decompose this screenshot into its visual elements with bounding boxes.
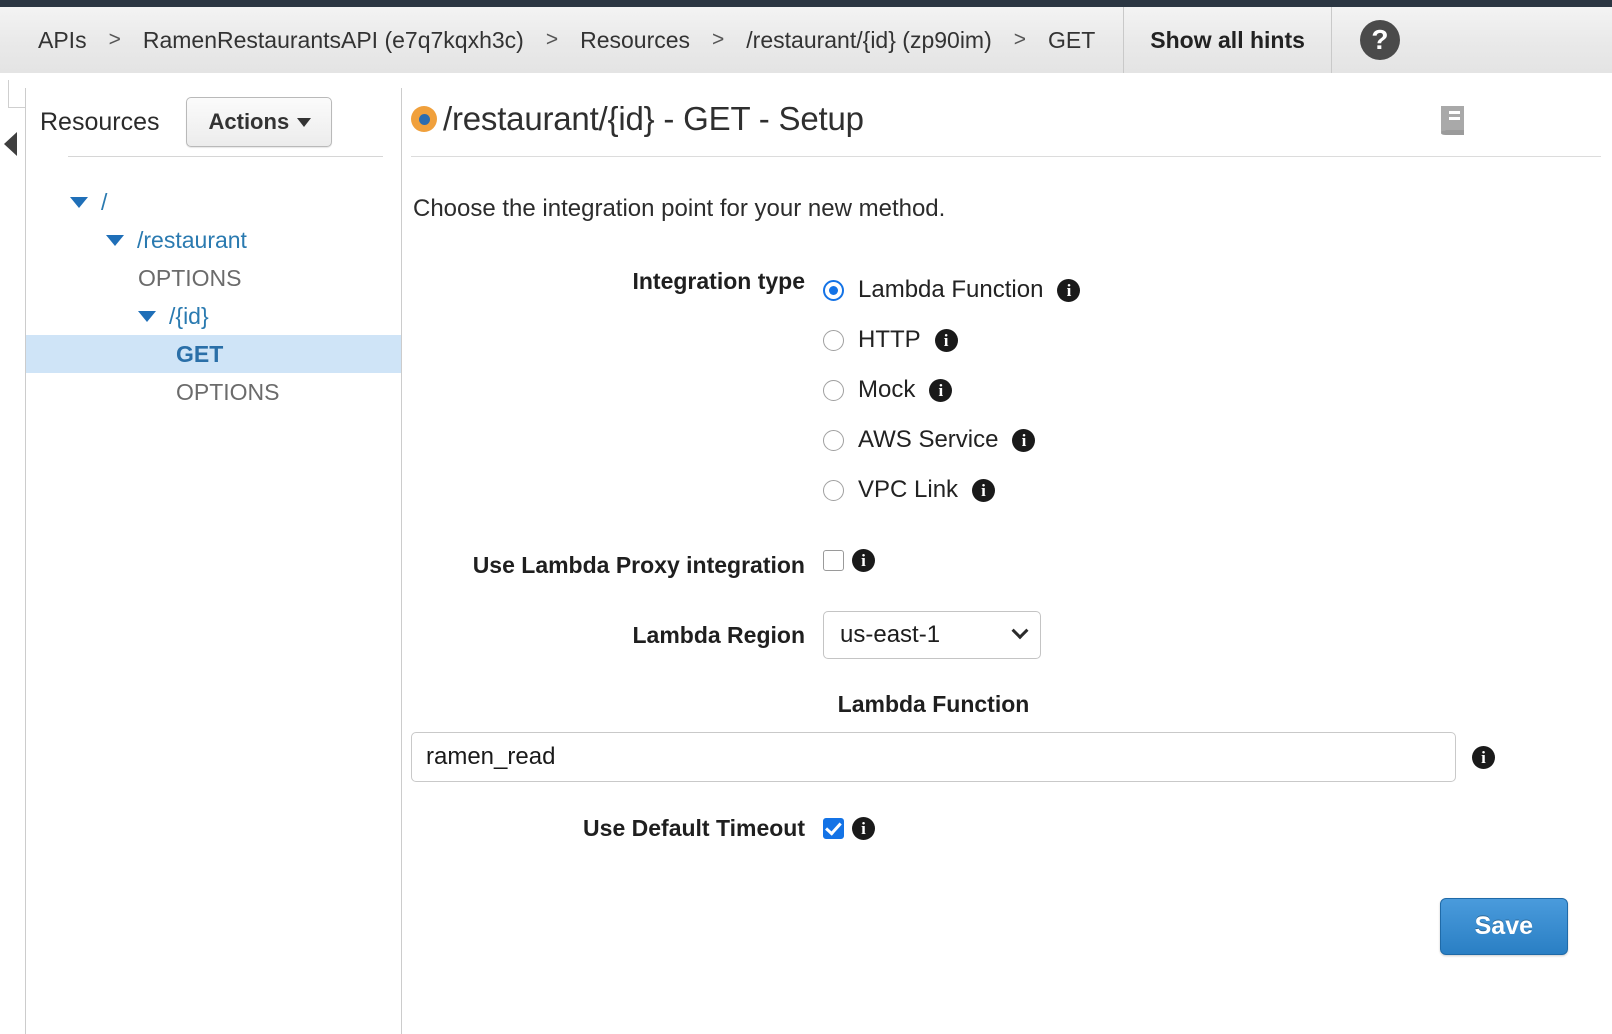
tree-item-label: GET [176,340,224,367]
tree-item-label: /restaurant [137,226,247,253]
tree-item-id[interactable]: /{id} [26,297,401,335]
breadcrumb-separator: > [1013,28,1027,51]
tree-item-label: /{id} [169,302,209,329]
radio-input-aws-service[interactable] [823,429,844,451]
integration-type-label: Integration type [632,268,805,294]
sidebar-header: Resources Actions [26,88,401,156]
radio-option-http[interactable]: HTTP i [823,315,1080,365]
lambda-function-group: Lambda Function ramen_read i [403,691,1612,782]
breadcrumb-item-apis[interactable]: APIs [26,27,99,54]
radio-label: VPC Link [858,476,959,503]
integration-setup-form: Integration type Lambda Function i HTTP … [403,265,1612,955]
lambda-region-row: Lambda Region us-east-1 [403,611,1612,659]
radio-option-vpc-link[interactable]: VPC Link i [823,465,1080,515]
radio-input-mock[interactable] [823,379,844,401]
tree-item-label: / [101,188,108,215]
info-icon[interactable]: i [852,816,875,840]
resources-sidebar: Resources Actions / /restaurant OPTIONS … [26,88,402,1034]
tree-item-id-options[interactable]: OPTIONS [26,373,401,411]
default-timeout-label: Use Default Timeout [583,815,805,841]
page-title: Resources [40,107,160,136]
caret-down-icon[interactable] [106,234,124,246]
radio-input-vpc-link[interactable] [823,479,844,501]
collapse-left-arrow-icon[interactable] [4,132,17,156]
tree-item-id-get[interactable]: GET [26,335,401,373]
method-page-title: /restaurant/{id} - GET - Setup [443,100,864,137]
tree-item-label: OPTIONS [176,378,280,405]
breadcrumb-bar: APIs > RamenRestaurantsAPI (e7q7kqxh3c) … [0,7,1612,73]
tree-item-restaurant[interactable]: /restaurant [26,221,401,259]
actions-button-label: Actions [208,109,290,134]
tree-item-root[interactable]: / [26,183,401,221]
save-row: Save [403,898,1612,955]
breadcrumb-item-resources[interactable]: Resources [568,27,702,54]
integration-type-row: Integration type Lambda Function i HTTP … [403,265,1612,515]
info-icon[interactable]: i [972,478,996,502]
integration-type-radio-group: Lambda Function i HTTP i Mock i AWS Serv… [823,265,1081,515]
chevron-down-icon [297,117,312,127]
info-icon[interactable]: i [934,328,958,352]
resource-tree: / /restaurant OPTIONS /{id} GET OPTIONS [26,157,401,411]
info-icon[interactable]: i [1057,278,1081,302]
lambda-proxy-label: Use Lambda Proxy integration [472,552,805,578]
lambda-region-select[interactable]: us-east-1 [823,611,1041,659]
question-mark-icon[interactable]: ? [1359,20,1400,60]
radio-label: Mock [858,376,916,403]
info-icon[interactable]: i [852,549,875,572]
show-all-hints-label: Show all hints [1150,26,1305,53]
default-timeout-row: Use Default Timeout i [403,812,1612,844]
title-divider [411,156,1601,157]
show-all-hints-button[interactable]: Show all hints [1124,7,1332,73]
breadcrumb-item-resource-path[interactable]: /restaurant/{id} (zp90im) [734,27,1003,54]
integration-type-control: Lambda Function i HTTP i Mock i AWS Serv… [823,265,1081,515]
breadcrumb-separator: > [545,28,559,51]
breadcrumb-item-api[interactable]: RamenRestaurantsAPI (e7q7kqxh3c) [131,27,536,54]
lambda-function-label: Lambda Function [837,691,1030,717]
panel-subtitle: Choose the integration point for your ne… [413,195,946,222]
default-timeout-checkbox[interactable] [823,817,844,839]
tree-item-restaurant-options[interactable]: OPTIONS [26,259,401,297]
default-timeout-control: i [823,816,875,840]
info-icon[interactable]: i [1012,428,1036,452]
caret-down-icon[interactable] [70,196,88,208]
caret-down-icon[interactable] [138,310,156,322]
radio-option-lambda-function[interactable]: Lambda Function i [823,265,1081,315]
radio-option-mock[interactable]: Mock i [823,365,1080,415]
radio-label: AWS Service [858,426,999,453]
breadcrumb-separator: > [108,28,121,51]
radio-label: Lambda Function [858,276,1044,303]
top-accent-strip [0,0,1612,7]
tree-item-label: OPTIONS [138,264,242,291]
info-icon[interactable]: i [929,378,953,402]
documentation-book-icon[interactable] [1434,102,1472,138]
info-icon[interactable]: i [1472,745,1495,769]
breadcrumb-item-method[interactable]: GET [1036,27,1107,54]
actions-button[interactable]: Actions [185,97,333,147]
lambda-region-value: us-east-1 [840,621,941,648]
breadcrumb-separator: > [712,28,725,51]
lambda-region-control: us-east-1 [823,611,1041,659]
radio-option-aws-service[interactable]: AWS Service i [823,415,1080,465]
lambda-proxy-checkbox[interactable] [823,550,844,571]
breadcrumb: APIs > RamenRestaurantsAPI (e7q7kqxh3c) … [0,7,1125,73]
radio-input-lambda-function[interactable] [823,279,844,301]
method-title-row: /restaurant/{id} - GET - Setup [403,88,1612,150]
lambda-proxy-control: i [823,549,875,572]
radio-label: HTTP [858,326,921,353]
gutter-top-edge [8,80,26,108]
lambda-function-input[interactable]: ramen_read [411,732,1456,782]
lambda-region-label: Lambda Region [632,622,805,648]
method-setup-panel: /restaurant/{id} - GET - Setup Choose th… [403,88,1612,1034]
lambda-function-input-row: ramen_read i [403,732,1612,782]
help-cell: ? [1332,7,1428,73]
lambda-proxy-row: Use Lambda Proxy integration i [403,549,1612,581]
save-button[interactable]: Save [1439,898,1568,955]
orange-status-dot [411,106,437,132]
chevron-down-icon [1011,622,1029,640]
sidebar-gutter [0,80,26,1034]
radio-input-http[interactable] [823,329,844,351]
